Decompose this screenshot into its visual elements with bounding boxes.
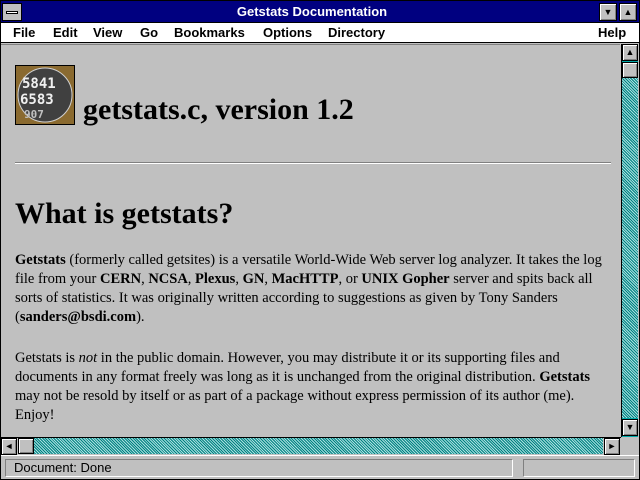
vertical-scrollbar[interactable]: ▲ ▼ bbox=[621, 44, 638, 437]
menu-go[interactable]: Go bbox=[140, 25, 158, 40]
status-text: Document: Done bbox=[5, 459, 513, 477]
horizontal-scroll-thumb[interactable] bbox=[18, 438, 34, 454]
svg-text:5841: 5841 bbox=[22, 76, 56, 92]
text-ncsa: NCSA bbox=[148, 271, 188, 287]
author-email: sanders@bsdi.com bbox=[19, 309, 137, 325]
getstats-logo: 5841 6583 907 bbox=[15, 65, 75, 125]
horizontal-scrollbar[interactable]: ◄ ► bbox=[1, 437, 638, 455]
status-bar: Document: Done bbox=[1, 455, 639, 479]
arrow-down-icon[interactable]: ▼ bbox=[622, 419, 638, 436]
arrow-right-icon[interactable]: ► bbox=[604, 438, 620, 455]
svg-text:907: 907 bbox=[24, 108, 44, 121]
text-unix-gopher: UNIX Gopher bbox=[361, 271, 450, 287]
maximize-icon[interactable]: ▲ bbox=[619, 3, 637, 21]
text-run: , bbox=[235, 271, 243, 287]
text-run: , bbox=[187, 271, 196, 287]
text-run: , bbox=[264, 271, 272, 287]
paragraph-license: Getstats is not in the public domain. Ho… bbox=[15, 349, 611, 425]
text-machttp: MacHTTP bbox=[271, 271, 339, 287]
system-menu-icon[interactable] bbox=[2, 3, 22, 21]
title-bar[interactable]: Getstats Documentation ▼ ▲ bbox=[1, 1, 639, 23]
text-run: ). bbox=[136, 309, 145, 325]
paragraph-intro: Getstats (formerly called getsites) is a… bbox=[15, 251, 611, 327]
page-title: getstats.c, version 1.2 bbox=[83, 93, 354, 126]
progress-indicator bbox=[523, 459, 635, 477]
text-run: Getstats is bbox=[15, 350, 79, 366]
section-heading: What is getstats? bbox=[15, 197, 234, 230]
svg-text:6583: 6583 bbox=[20, 92, 54, 108]
horizontal-rule bbox=[15, 162, 611, 164]
arrow-up-icon[interactable]: ▲ bbox=[622, 44, 638, 61]
menu-directory[interactable]: Directory bbox=[328, 25, 385, 40]
text-getstats: Getstats bbox=[15, 252, 66, 268]
document-view[interactable]: 5841 6583 907 getstats.c, version 1.2 Wh… bbox=[1, 44, 620, 437]
vertical-scroll-track[interactable] bbox=[622, 62, 638, 418]
menu-edit[interactable]: Edit bbox=[53, 25, 78, 40]
text-getstats: Getstats bbox=[539, 369, 591, 385]
window-title: Getstats Documentation bbox=[236, 4, 388, 19]
text-gn: GN bbox=[242, 271, 265, 287]
text-plexus: Plexus bbox=[195, 271, 236, 287]
text-run: , or bbox=[338, 271, 362, 287]
arrow-left-icon[interactable]: ◄ bbox=[1, 438, 17, 455]
vertical-scroll-thumb[interactable] bbox=[622, 62, 638, 78]
text-not: not bbox=[78, 350, 98, 366]
menu-options[interactable]: Options bbox=[263, 25, 312, 40]
menu-view[interactable]: View bbox=[93, 25, 122, 40]
menu-file[interactable]: File bbox=[13, 25, 35, 40]
text-run: may not be resold by itself or as part o… bbox=[15, 388, 575, 423]
browser-window: Getstats Documentation ▼ ▲ File Edit Vie… bbox=[0, 0, 640, 480]
menu-help[interactable]: Help bbox=[598, 25, 626, 40]
scroll-corner bbox=[621, 437, 638, 454]
menu-bar: File Edit View Go Bookmarks Options Dire… bbox=[1, 23, 639, 43]
text-cern: CERN bbox=[99, 271, 142, 287]
menu-bookmarks[interactable]: Bookmarks bbox=[174, 25, 245, 40]
minimize-icon[interactable]: ▼ bbox=[599, 3, 617, 21]
horizontal-scroll-track[interactable] bbox=[18, 438, 603, 454]
text-run: in the public domain. However, you may d… bbox=[15, 350, 560, 385]
